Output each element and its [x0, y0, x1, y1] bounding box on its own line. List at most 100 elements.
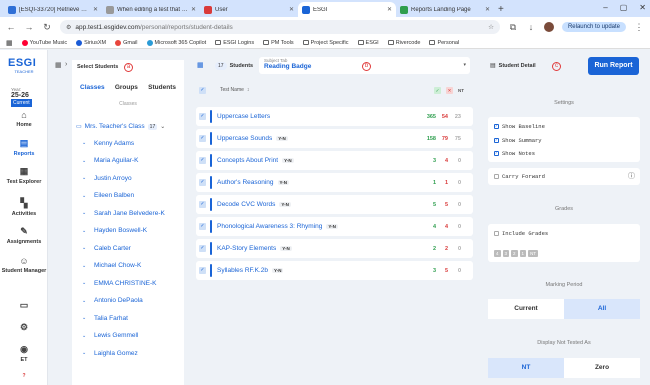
show-baseline-option[interactable]: ✓ Show Baseline [494, 123, 545, 130]
close-tab-icon[interactable]: ✕ [93, 6, 98, 13]
info-icon[interactable]: ⓘ [628, 171, 635, 181]
bookmark-item[interactable]: ESGI [357, 40, 379, 46]
browser-tab[interactable]: ESGI ✕ [298, 2, 396, 17]
esgi-logo[interactable]: ESGI TEACHER [8, 57, 40, 74]
bookmark-item[interactable]: Project Specific [302, 40, 349, 46]
show-summary-option[interactable]: ✓ Show Summary [494, 137, 542, 144]
browser-tab[interactable]: Reports Landing Page ✕ [396, 2, 494, 17]
test-name[interactable]: Concepts About Print Y-N [217, 157, 294, 164]
test-row[interactable]: ✓ Uppercase Sounds Y-N 158 79 75 [196, 129, 473, 148]
test-name[interactable]: Syllables RF.K.2b Y-N [217, 267, 284, 274]
test-checkbox[interactable]: ✓ [199, 135, 206, 142]
test-name[interactable]: Decode CVC Words Y-N [217, 201, 291, 208]
bookmark-star-icon[interactable]: ☆ [488, 23, 494, 31]
test-row[interactable]: ✓ Concepts About Print Y-N 3 4 0 [196, 151, 473, 170]
browser-tab[interactable]: When editing a test that has b...✕ [102, 2, 200, 17]
checkbox-checked[interactable]: ✓ [494, 151, 499, 156]
checkbox-checked[interactable]: ✓ [494, 138, 499, 143]
test-row[interactable]: ✓ Syllables RF.K.2b Y-N 3 5 0 [196, 261, 473, 280]
test-checkbox[interactable]: ✓ [199, 267, 206, 274]
test-row[interactable]: ✓ Phonological Awareness 3: Rhyming Y-N 4 4 0 [196, 217, 473, 236]
close-tab-icon[interactable]: ✕ [289, 6, 294, 13]
test-checkbox[interactable]: ✓ [199, 245, 206, 252]
student-row[interactable]: ⌄ Justin Arroyo [82, 171, 178, 185]
site-info-icon[interactable]: ⚙ [66, 24, 71, 31]
marking-all-option[interactable]: All [564, 299, 640, 319]
downloads-icon[interactable]: ↓ [526, 22, 536, 32]
menu-icon[interactable]: ⋮ [634, 22, 644, 33]
test-checkbox[interactable]: ✓ [199, 113, 206, 120]
monitor-icon[interactable]: ▭ [0, 300, 48, 313]
include-grades-option[interactable]: Include Grades [494, 230, 548, 237]
nav-item-test-explorer[interactable]: ▦ Test Explorer [0, 166, 48, 185]
profile-avatar[interactable] [543, 22, 554, 32]
extensions-icon[interactable]: ⧉ [508, 22, 518, 33]
student-row[interactable]: ⌄ Kenny Adams [82, 136, 178, 150]
marking-current-option[interactable]: Current [488, 299, 564, 319]
year-selector[interactable]: Year: 25-26 Current [11, 87, 37, 107]
settings-gear-icon[interactable]: ⚙ [0, 322, 48, 335]
test-checkbox[interactable]: ✓ [199, 179, 206, 186]
tab-classes[interactable]: Classes [76, 84, 109, 91]
student-row[interactable]: ⌄ EMMA CHRISTINE-K [82, 276, 178, 290]
test-name[interactable]: KAP-Story Elements Y-N [217, 245, 292, 252]
nav-item-reports[interactable]: ▤ Reports [0, 138, 48, 157]
tab-groups[interactable]: Groups [111, 84, 142, 91]
url-field[interactable]: ⚙ app.test1.esgidev.com/personal/reports… [60, 20, 500, 34]
student-row[interactable]: ⌄ Talia Farhat [82, 311, 178, 325]
test-name-header[interactable]: Test Name [220, 87, 244, 93]
browser-tab[interactable]: User ✕ [200, 2, 298, 17]
test-checkbox[interactable]: ✓ [199, 157, 206, 164]
carry-forward-option[interactable]: Carry Forward [494, 173, 545, 180]
close-tab-icon[interactable]: ✕ [485, 6, 490, 13]
student-row[interactable]: ⌄ Lewis Gemmell [82, 329, 178, 343]
nav-item-student-manager[interactable]: ☺ Student Manager [0, 256, 48, 274]
test-name[interactable]: Uppercase Letters [217, 113, 270, 120]
back-icon[interactable]: ← [6, 22, 16, 32]
reload-icon[interactable]: ↻ [42, 22, 52, 33]
class-expand-icon[interactable]: ⌄ [160, 123, 165, 130]
checkbox-checked[interactable]: ✓ [494, 124, 499, 129]
test-name[interactable]: Author's Reasoning Y-N [217, 179, 290, 186]
test-checkbox[interactable]: ✓ [199, 201, 206, 208]
close-tab-icon[interactable]: ✕ [191, 6, 196, 13]
student-row[interactable]: ⌄ Eileen Balben [82, 189, 178, 203]
test-row[interactable]: ✓ KAP-Story Elements Y-N 2 2 0 [196, 239, 473, 258]
panel-toggle-icon[interactable]: ▦ [55, 61, 62, 69]
display-nt-option[interactable]: NT [488, 358, 564, 378]
incorrect-filter-icon[interactable]: ✕ [446, 86, 453, 94]
nav-item-home[interactable]: ⌂ Home [0, 110, 48, 128]
help-button[interactable]: ? [0, 372, 48, 380]
relaunch-button[interactable]: Relaunch to update [561, 22, 626, 32]
student-row[interactable]: ⌄ Hayden Boswell-K [82, 224, 178, 238]
user-menu[interactable]: ◉ ET [0, 344, 48, 363]
bookmark-item[interactable]: Rivercode [387, 40, 420, 46]
show-notes-option[interactable]: ✓ Show Notes [494, 150, 535, 157]
correct-filter-icon[interactable]: ✓ [434, 86, 441, 94]
browser-tab[interactable]: [ESQI-33720] Retrieve Benchm...✕ [4, 2, 102, 17]
run-report-button[interactable]: Run Report [588, 57, 639, 75]
sort-icon[interactable]: ↕ [247, 87, 250, 93]
collapse-chevron-icon[interactable]: › [65, 61, 67, 68]
bookmark-item[interactable]: Personal [429, 40, 459, 46]
tab-students[interactable]: Students [144, 84, 180, 91]
nav-item-activities[interactable]: ▚ Activities [0, 198, 48, 217]
student-row[interactable]: ⌄ Caleb Carter [82, 241, 178, 255]
bookmark-item[interactable]: PM Tools [263, 40, 294, 46]
test-name[interactable]: Uppercase Sounds Y-N [217, 135, 288, 142]
apps-grid-icon[interactable]: ▦ [6, 39, 13, 47]
select-all-checkbox[interactable]: ✓ [199, 86, 206, 94]
test-name[interactable]: Phonological Awareness 3: Rhyming Y-N [217, 223, 338, 230]
new-tab-button[interactable]: + [498, 2, 504, 17]
display-zero-option[interactable]: Zero [564, 358, 640, 378]
test-row[interactable]: ✓ Decode CVC Words Y-N 5 5 0 [196, 195, 473, 214]
student-row[interactable]: ⌄ Laighla Gomez [82, 346, 178, 360]
forward-icon[interactable]: → [24, 22, 34, 32]
bookmark-item[interactable]: Microsoft 365 Copilot [146, 39, 206, 46]
student-row[interactable]: ⌄ Michael Chow-K [82, 259, 178, 273]
student-row[interactable]: ⌄ Maria Aguilar-K [82, 154, 178, 168]
test-row[interactable]: ✓ Uppercase Letters 365 54 23 [196, 107, 473, 126]
student-row[interactable]: ⌄ Sarah Jane Belvedere-K [82, 206, 178, 220]
close-tab-icon[interactable]: ✕ [387, 6, 392, 13]
test-checkbox[interactable]: ✓ [199, 223, 206, 230]
